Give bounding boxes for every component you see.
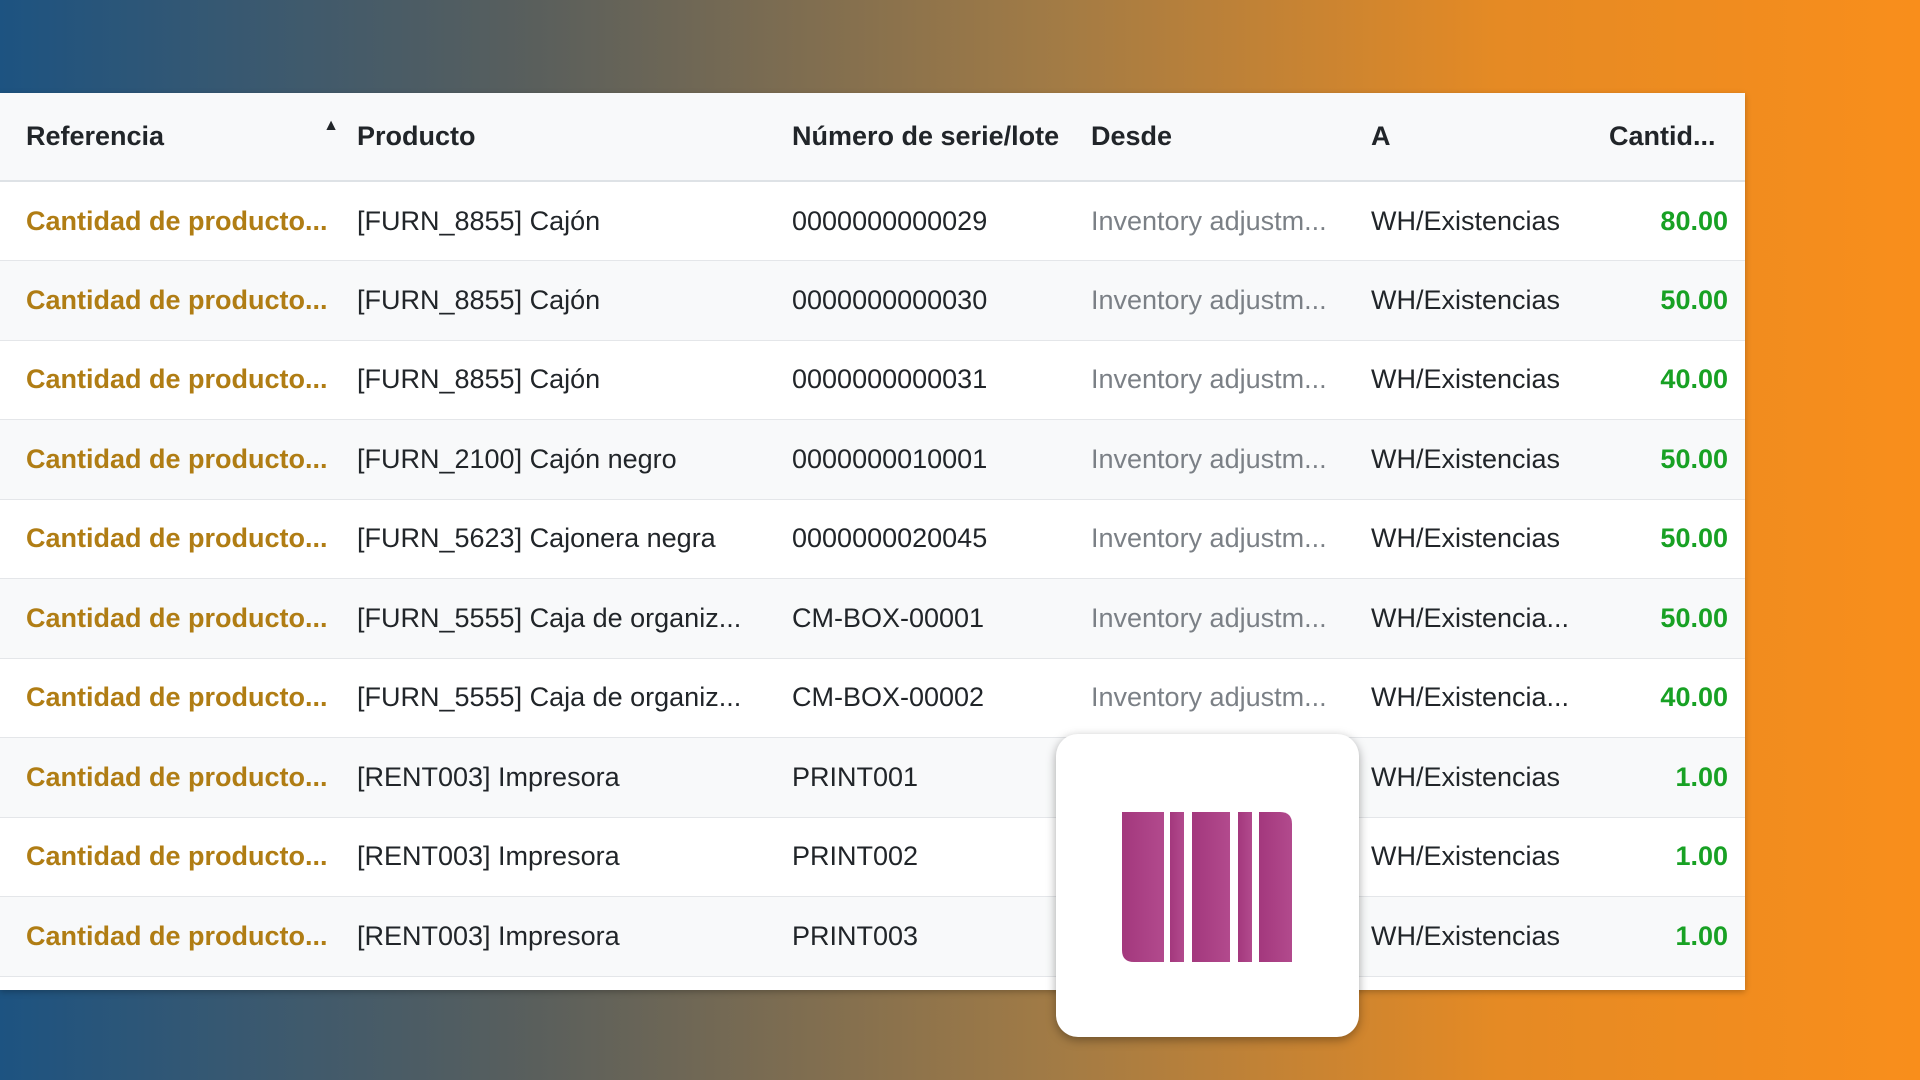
table-header-row: Referencia ▲ Producto Número de serie/lo… — [0, 93, 1745, 182]
column-header-quantity[interactable]: Cantid... — [1601, 93, 1745, 182]
cell-destination-location[interactable]: WH/Existencias — [1371, 737, 1601, 818]
cell-source-location[interactable]: Inventory adjustm... — [1091, 181, 1371, 261]
cell-lot-number[interactable]: CM-BOX-00002 — [792, 658, 1091, 738]
column-header-label: A — [1371, 121, 1391, 151]
column-header-label: Producto — [357, 121, 476, 151]
cell-quantity[interactable]: 50.00 — [1601, 419, 1745, 500]
cell-destination-location[interactable]: WH/Existencias — [1371, 499, 1601, 579]
column-header-lot[interactable]: Número de serie/lote — [792, 93, 1091, 182]
column-header-label: Referencia — [26, 121, 165, 151]
cell-quantity[interactable]: 1.00 — [1601, 817, 1745, 897]
cell-lot-number[interactable]: 0000000010001 — [792, 419, 1091, 500]
cell-source-location[interactable]: Inventory adjustm... — [1091, 419, 1371, 500]
column-header-product[interactable]: Producto — [357, 93, 792, 182]
cell-product[interactable]: [FURN_5623] Cajonera negra — [357, 499, 792, 579]
cell-reference[interactable]: Cantidad de producto... — [0, 260, 357, 341]
cell-reference[interactable]: Cantidad de producto... — [0, 340, 357, 420]
cell-reference[interactable]: Cantidad de producto... — [0, 817, 357, 897]
cell-reference[interactable]: Cantidad de producto... — [0, 419, 357, 500]
cell-source-location[interactable]: Inventory adjustm... — [1091, 658, 1371, 738]
cell-reference[interactable]: Cantidad de producto... — [0, 896, 357, 977]
cell-destination-location[interactable]: WH/Existencias — [1371, 817, 1601, 897]
cell-source-location[interactable]: Inventory adjustm... — [1091, 340, 1371, 420]
column-header-label: Desde — [1091, 121, 1173, 151]
cell-lot-number[interactable]: CM-BOX-00001 — [792, 578, 1091, 659]
table-row[interactable]: Cantidad de producto... [FURN_5623] Cajon… — [0, 499, 1745, 579]
cell-lot-number[interactable]: 0000000000029 — [792, 181, 1091, 261]
column-header-reference[interactable]: Referencia ▲ — [0, 93, 357, 182]
column-header-to[interactable]: A — [1371, 93, 1601, 182]
cell-destination-location[interactable]: WH/Existencias — [1371, 260, 1601, 341]
cell-product[interactable]: [RENT003] Impresora — [357, 817, 792, 897]
cell-quantity[interactable]: 80.00 — [1601, 181, 1745, 261]
cell-quantity[interactable]: 50.00 — [1601, 499, 1745, 579]
sort-ascending-icon: ▲ — [323, 117, 339, 134]
cell-lot-number[interactable]: PRINT002 — [792, 817, 1091, 897]
stock-moves-list: Referencia ▲ Producto Número de serie/lo… — [0, 93, 1745, 990]
cell-reference[interactable]: Cantidad de producto... — [0, 737, 357, 818]
cell-destination-location[interactable]: WH/Existencia... — [1371, 578, 1601, 659]
cell-lot-number[interactable]: 0000000000030 — [792, 260, 1091, 341]
cell-lot-number[interactable]: 0000000000031 — [792, 340, 1091, 420]
cell-quantity[interactable]: 40.00 — [1601, 340, 1745, 420]
column-header-label: Número de serie/lote — [792, 121, 1060, 151]
cell-reference[interactable]: Cantidad de producto... — [0, 499, 357, 579]
column-header-from[interactable]: Desde — [1091, 93, 1371, 182]
cell-reference[interactable]: Cantidad de producto... — [0, 578, 357, 659]
table-row[interactable]: Cantidad de producto... [FURN_5555] Caja … — [0, 578, 1745, 659]
cell-destination-location[interactable]: WH/Existencias — [1371, 419, 1601, 500]
cell-product[interactable]: [FURN_5555] Caja de organiz... — [357, 578, 792, 659]
cell-product[interactable]: [FURN_8855] Cajón — [357, 260, 792, 341]
table-row[interactable]: Cantidad de producto... [RENT003] Impreso… — [0, 896, 1745, 977]
moves-table: Referencia ▲ Producto Número de serie/lo… — [0, 93, 1745, 977]
cell-reference[interactable]: Cantidad de producto... — [0, 181, 357, 261]
cell-lot-number[interactable]: PRINT001 — [792, 737, 1091, 818]
cell-destination-location[interactable]: WH/Existencias — [1371, 181, 1601, 261]
cell-product[interactable]: [FURN_8855] Cajón — [357, 181, 792, 261]
cell-product[interactable]: [FURN_8855] Cajón — [357, 340, 792, 420]
cell-product[interactable]: [FURN_2100] Cajón negro — [357, 419, 792, 500]
cell-source-location[interactable]: Inventory adjustm... — [1091, 499, 1371, 579]
cell-lot-number[interactable]: 0000000020045 — [792, 499, 1091, 579]
cell-destination-location[interactable]: WH/Existencias — [1371, 340, 1601, 420]
table-row[interactable]: Cantidad de producto... [FURN_5555] Caja … — [0, 658, 1745, 738]
table-row[interactable]: Cantidad de producto... [RENT003] Impreso… — [0, 817, 1745, 897]
cell-destination-location[interactable]: WH/Existencias — [1371, 896, 1601, 977]
table-row[interactable]: Cantidad de producto... [FURN_8855] Cajón… — [0, 260, 1745, 341]
cell-source-location[interactable]: Inventory adjustm... — [1091, 260, 1371, 341]
column-header-label: Cantid... — [1609, 121, 1716, 151]
cell-quantity[interactable]: 1.00 — [1601, 737, 1745, 818]
cell-lot-number[interactable]: PRINT003 — [792, 896, 1091, 977]
cell-product[interactable]: [FURN_5555] Caja de organiz... — [357, 658, 792, 738]
cell-quantity[interactable]: 50.00 — [1601, 260, 1745, 341]
cell-product[interactable]: [RENT003] Impresora — [357, 737, 792, 818]
cell-reference[interactable]: Cantidad de producto... — [0, 658, 357, 738]
cell-quantity[interactable]: 50.00 — [1601, 578, 1745, 659]
cell-source-location[interactable]: Inventory adjustm... — [1091, 578, 1371, 659]
barcode-app-badge — [1056, 734, 1359, 1037]
barcode-icon — [1122, 812, 1292, 962]
cell-product[interactable]: [RENT003] Impresora — [357, 896, 792, 977]
table-row[interactable]: Cantidad de producto... [FURN_8855] Cajón… — [0, 181, 1745, 261]
table-row[interactable]: Cantidad de producto... [RENT003] Impreso… — [0, 737, 1745, 818]
cell-quantity[interactable]: 1.00 — [1601, 896, 1745, 977]
table-row[interactable]: Cantidad de producto... [FURN_2100] Cajón… — [0, 419, 1745, 500]
cell-quantity[interactable]: 40.00 — [1601, 658, 1745, 738]
cell-destination-location[interactable]: WH/Existencia... — [1371, 658, 1601, 738]
table-row[interactable]: Cantidad de producto... [FURN_8855] Cajón… — [0, 340, 1745, 420]
